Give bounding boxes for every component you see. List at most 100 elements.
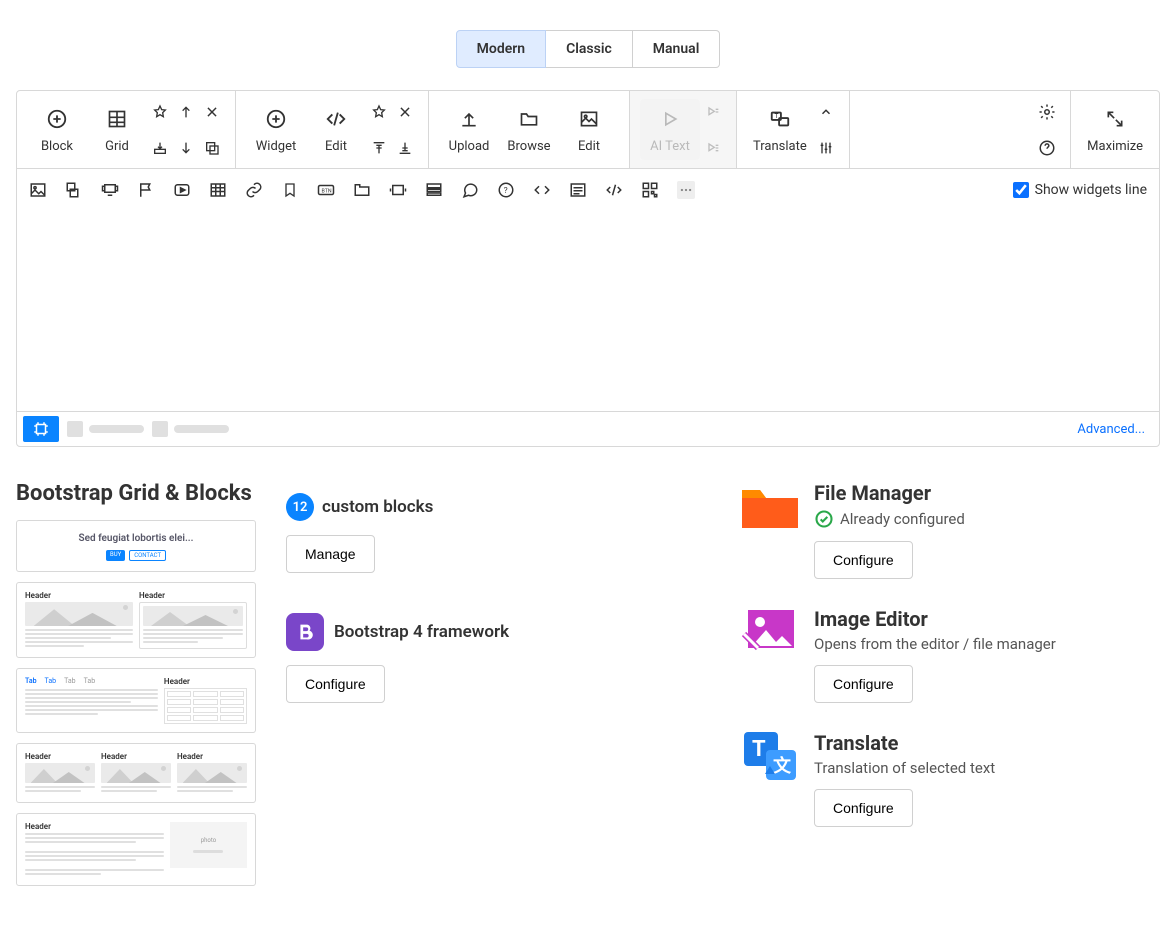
flag-icon[interactable] [137, 181, 155, 199]
tabs-icon[interactable] [353, 181, 371, 199]
block-button[interactable]: Block [27, 99, 87, 160]
check-circle-icon [814, 509, 834, 529]
template-thumb[interactable]: Header photo [16, 813, 256, 886]
template-thumb[interactable]: Sed feugiat lobortis elei... BUYCONTACT [16, 520, 256, 572]
upload-button[interactable]: Upload [439, 99, 499, 160]
configure-bootstrap-button[interactable]: Configure [286, 665, 385, 703]
bookmark-icon[interactable] [281, 181, 299, 199]
button-icon[interactable]: BTN [317, 181, 335, 199]
bootstrap-label: Bootstrap 4 framework [334, 622, 509, 642]
manage-button[interactable]: Manage [286, 535, 375, 573]
group-settings [850, 91, 1071, 168]
tab-modern[interactable]: Modern [456, 30, 546, 68]
edit-image-button-label: Edit [578, 139, 600, 154]
chevron-up-icon[interactable] [817, 103, 835, 121]
qr-icon[interactable] [641, 181, 659, 199]
bootstrap-head: Bootstrap 4 framework [286, 613, 710, 651]
image-icon[interactable] [29, 181, 47, 199]
configure-fm-button[interactable]: Configure [814, 541, 913, 579]
breadcrumb-item[interactable] [67, 421, 144, 437]
slider-icon[interactable] [101, 181, 119, 199]
upload-button-label: Upload [449, 139, 490, 154]
translate-button[interactable]: T Translate [747, 99, 813, 160]
status-bar: Advanced... [17, 411, 1159, 446]
copy-icon[interactable] [203, 139, 221, 157]
comment-icon[interactable] [461, 181, 479, 199]
template-thumb[interactable]: Header Header Header [16, 743, 256, 803]
template-thumbnails: Sed feugiat lobortis elei... BUYCONTACT … [16, 520, 256, 886]
bootstrap-icon [286, 613, 324, 651]
translate-icon: T文 [740, 731, 800, 781]
gallery-icon[interactable] [65, 181, 83, 199]
edit-image-button[interactable]: Edit [559, 99, 619, 160]
show-widgets-label: Show widgets line [1035, 182, 1147, 198]
feature-image-editor: Image Editor Opens from the editor / fil… [740, 607, 1160, 703]
arrow-up-icon[interactable] [177, 103, 195, 121]
feature-translate: T文 Translate Translation of selected tex… [740, 731, 1160, 827]
align-top-icon[interactable] [370, 139, 388, 157]
group-ai: AI Text [630, 91, 737, 168]
close-icon[interactable] [396, 103, 414, 121]
accordion-icon[interactable] [425, 181, 443, 199]
svg-text:文: 文 [773, 755, 792, 777]
show-widgets-toggle[interactable]: Show widgets line [1013, 182, 1147, 198]
form-icon[interactable] [569, 181, 587, 199]
feature-sub: Translation of selected text [814, 759, 995, 777]
close-icon[interactable] [203, 103, 221, 121]
custom-blocks-head: 12 custom blocks [286, 493, 710, 521]
sliders-icon[interactable] [817, 139, 835, 157]
widget-bar: BTN ? Show widgets line [17, 169, 1159, 211]
browse-button[interactable]: Browse [499, 99, 559, 160]
more-icon[interactable] [677, 181, 695, 199]
html-icon[interactable] [605, 181, 623, 199]
star-icon[interactable] [370, 103, 388, 121]
video-icon[interactable] [173, 181, 191, 199]
translate-icon: T [766, 105, 794, 133]
maximize-icon [1101, 105, 1129, 133]
mode-tabs: Modern Classic Manual [16, 30, 1160, 68]
blocks-count-badge: 12 [286, 493, 314, 521]
ai-sub2-icon [704, 139, 722, 157]
grid-mode-toggle[interactable] [23, 416, 59, 442]
ai-text-button-label: AI Text [650, 139, 690, 154]
insert-down-icon[interactable] [151, 139, 169, 157]
breadcrumb-item[interactable] [152, 421, 229, 437]
svg-text:?: ? [504, 186, 508, 196]
svg-text:BTN: BTN [322, 188, 332, 194]
svg-text:T: T [774, 112, 778, 120]
template-thumb[interactable]: Header Header [16, 582, 256, 658]
widget-button[interactable]: Widget [246, 99, 306, 160]
edit-button-label: Edit [325, 139, 347, 154]
tab-classic[interactable]: Classic [546, 30, 633, 68]
table-icon[interactable] [209, 181, 227, 199]
feature-file-manager: File Manager Already configured Configur… [740, 481, 1160, 579]
link-icon[interactable] [245, 181, 263, 199]
template-thumb[interactable]: TabTabTabTab Header [16, 668, 256, 733]
align-bottom-icon[interactable] [396, 139, 414, 157]
group-block: Block Grid [17, 91, 236, 168]
maximize-button-label: Maximize [1087, 139, 1143, 154]
blocks-label: custom blocks [322, 497, 433, 517]
image-editor-icon [740, 607, 800, 657]
question-icon[interactable]: ? [497, 181, 515, 199]
editor-canvas[interactable] [17, 211, 1159, 411]
show-widgets-checkbox[interactable] [1013, 182, 1029, 198]
configure-tr-button[interactable]: Configure [814, 789, 913, 827]
upload-icon [455, 105, 483, 133]
maximize-button[interactable]: Maximize [1081, 99, 1149, 160]
gear-icon[interactable] [1038, 103, 1056, 121]
help-icon[interactable] [1038, 139, 1056, 157]
carousel-icon[interactable] [389, 181, 407, 199]
tab-manual[interactable]: Manual [633, 30, 721, 68]
advanced-link[interactable]: Advanced... [1069, 422, 1153, 437]
group-translate: T Translate [737, 91, 850, 168]
edit-button[interactable]: Edit [306, 99, 366, 160]
star-icon[interactable] [151, 103, 169, 121]
play-icon [656, 105, 684, 133]
embed-icon[interactable] [533, 181, 551, 199]
grid-button-label: Grid [105, 139, 129, 154]
arrow-down-icon[interactable] [177, 139, 195, 157]
grid-button[interactable]: Grid [87, 99, 147, 160]
configure-ie-button[interactable]: Configure [814, 665, 913, 703]
ai-sub1-icon [704, 103, 722, 121]
